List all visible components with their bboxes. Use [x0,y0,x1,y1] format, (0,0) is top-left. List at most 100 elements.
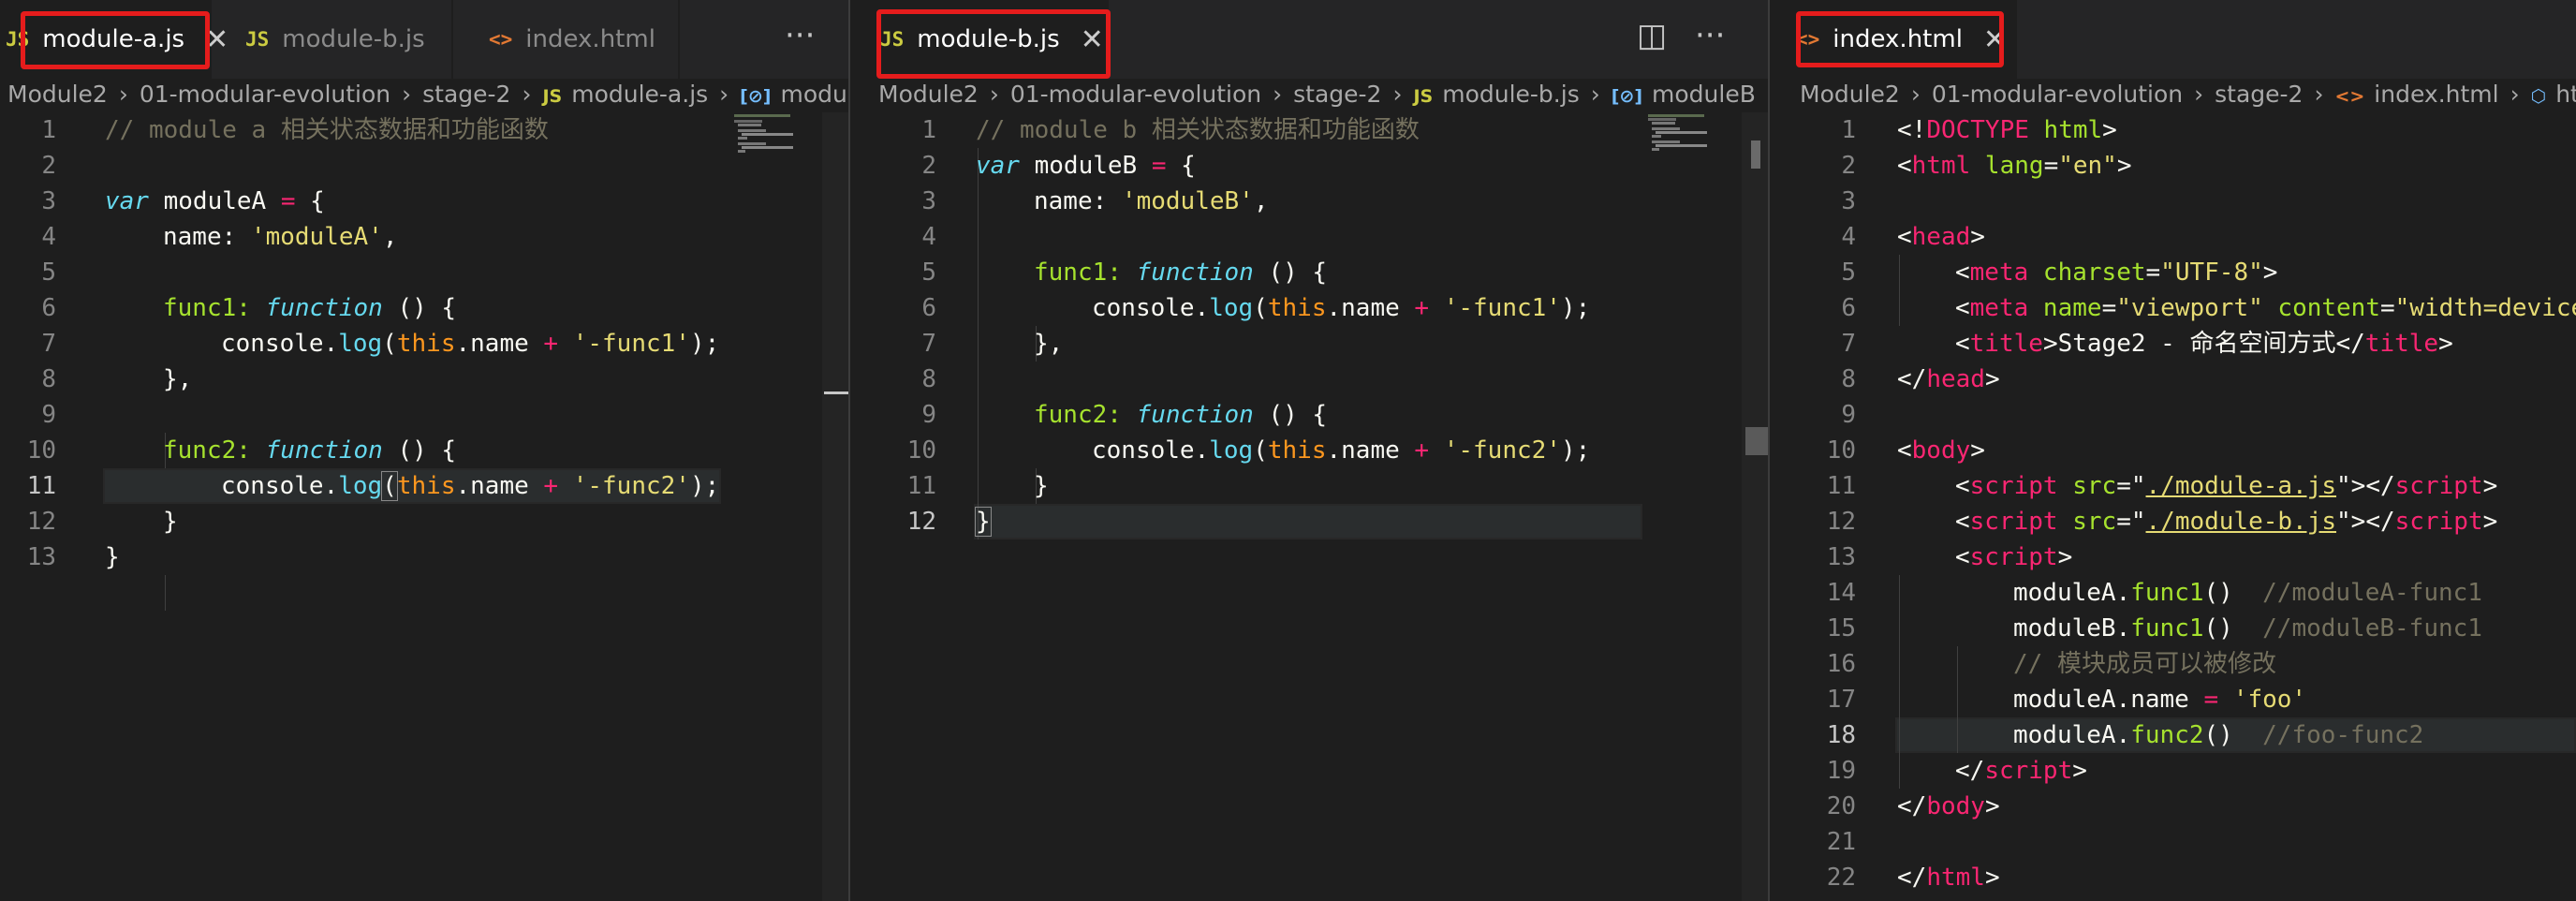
tab-module-b-js[interactable]: JS module-b.js [213,0,453,79]
line-number: 20 [1826,792,1856,820]
breadcrumb-item[interactable]: 01-modular-evolution [1010,81,1261,108]
punct: ); [1560,436,1591,465]
code-line: console.log(this.name + '-func2'); [221,468,719,504]
breadcrumb-item[interactable]: moduleB [1652,81,1756,108]
tag: title [1969,330,2043,358]
property: func1: [1034,258,1137,287]
string: '-func1' [1443,294,1561,322]
breadcrumb-item[interactable]: 01-modular-evolution [1932,81,2183,108]
punct: > [2042,330,2058,358]
code-editor[interactable]: 1 2 3 4 5 6 7 8 9 10 11 12 13 // module … [0,112,848,901]
close-icon[interactable]: ✕ [1081,23,1104,56]
breadcrumb-item[interactable]: Module2 [1800,81,1900,108]
editor-group-2: JS module-b.js ✕ ◫ ··· Module2 › 01-modula… [850,0,1768,901]
code-line: // module b 相关状态数据和功能函数 [976,112,1420,148]
punct: ); [689,330,720,358]
identifier: .name [1326,436,1415,465]
code-line: <head> [1897,219,1985,255]
breadcrumb-item[interactable]: stage-2 [422,81,510,108]
chevron-right-icon: › [1392,81,1403,108]
close-icon[interactable]: ✕ [1983,23,2007,56]
line-number: 13 [1826,543,1856,571]
link[interactable]: ./module-b.js [2146,508,2337,536]
breadcrumb-item[interactable]: module-a.js [571,81,708,108]
operator: + [543,330,559,358]
punct: =" [2116,472,2146,500]
scroll-thumb[interactable] [1751,140,1760,169]
punct: ( [382,330,397,358]
code-line: <html lang="en"> [1897,148,2132,184]
punct: "> [2336,472,2366,500]
current-line-highlight [974,504,1642,539]
html-file-icon: <> [2334,86,2365,107]
tab-module-b-js[interactable]: JS module-b.js ✕ [850,0,1109,79]
tag: html [1926,864,1985,892]
tag: title [2364,330,2439,358]
punct: > [2057,543,2073,571]
line-number: 1 [1841,116,1856,144]
breadcrumb-item[interactable]: stage-2 [2215,81,2303,108]
keyword-this: this [396,472,456,500]
chevron-right-icon: › [989,81,999,108]
operator: + [543,472,559,500]
punct: () { [1253,258,1328,287]
js-file-icon: JS [6,28,30,51]
tab-index-html[interactable]: <> index.html ✕ [1770,0,2017,79]
tag: DOCTYPE [1926,116,2029,144]
breadcrumb-item[interactable]: index.html [2374,81,2498,108]
code-editor[interactable]: 1 2 3 4 5 6 7 8 9 10 11 12 // module b 相… [850,112,1768,901]
line-number: 16 [1826,650,1856,678]
code-line: var moduleA = { [105,184,325,219]
breadcrumb-item[interactable]: Module2 [878,81,979,108]
breadcrumb-item[interactable]: html [2555,81,2576,108]
breadcrumb-item[interactable]: Module2 [7,81,108,108]
punct: < [1897,152,1912,180]
identifier: moduleA. [2013,721,2131,749]
line-number: 9 [921,401,936,429]
identifier: .name [455,330,544,358]
code-line: moduleA.func2() //foo-func2 [2013,717,2423,753]
keyword-this: this [396,330,456,358]
line-number: 15 [1826,614,1856,643]
identifier: .name [1326,294,1415,322]
editor-group-3: <> index.html ✕ Module2 › 01-modular-evolu… [1770,0,2576,901]
more-actions-icon[interactable]: ··· [1695,17,1725,54]
code-editor[interactable]: 1 2 3 4 5 6 7 8 9 10 11 12 13 14 15 16 1… [1770,112,2576,901]
code-line: moduleB.func1() //moduleB-func1 [2013,611,2482,646]
indent-guide [1899,255,1900,326]
split-editor-icon[interactable]: ◫ [1637,17,1667,54]
punct: </ [2335,330,2365,358]
operator: = [2203,686,2219,714]
more-actions-icon[interactable]: ··· [785,17,815,54]
minimap[interactable] [1646,112,1749,187]
operator: + [1414,436,1430,465]
line-number: 11 [1826,472,1856,500]
punct: > [2482,508,2498,536]
tab-module-a-js[interactable]: JS module-a.js ✕ [0,0,228,79]
chevron-right-icon: › [2314,81,2324,108]
line-number: 21 [1826,828,1856,856]
method: log [1209,294,1254,322]
breadcrumb-item[interactable]: stage-2 [1293,81,1381,108]
code-line: // 模块成员可以被修改 [2013,646,2276,682]
tab-index-html[interactable]: <> index.html [455,0,680,79]
breadcrumb-item[interactable]: moduleA [780,81,848,108]
scrollbar[interactable] [822,112,848,901]
punct: } [975,507,992,537]
breadcrumb-item[interactable]: 01-modular-evolution [140,81,390,108]
identifier: console. [1092,436,1210,465]
punct: > [2072,757,2087,785]
breadcrumb-item[interactable]: module-b.js [1442,81,1580,108]
tab-bar: JS module-b.js ✕ ◫ ··· [850,0,1768,79]
code-line: </body> [1897,789,2000,824]
scrollbar[interactable] [1742,112,1768,901]
punct: </ [1897,792,1927,820]
link[interactable]: ./module-a.js [2146,472,2337,500]
minimap[interactable] [730,112,833,187]
code-line: // module a 相关状态数据和功能函数 [105,112,549,148]
keyword: function [1136,401,1254,429]
identifier: moduleA [148,187,281,215]
line-number: 8 [1841,365,1856,393]
line-number: 3 [1841,187,1856,215]
